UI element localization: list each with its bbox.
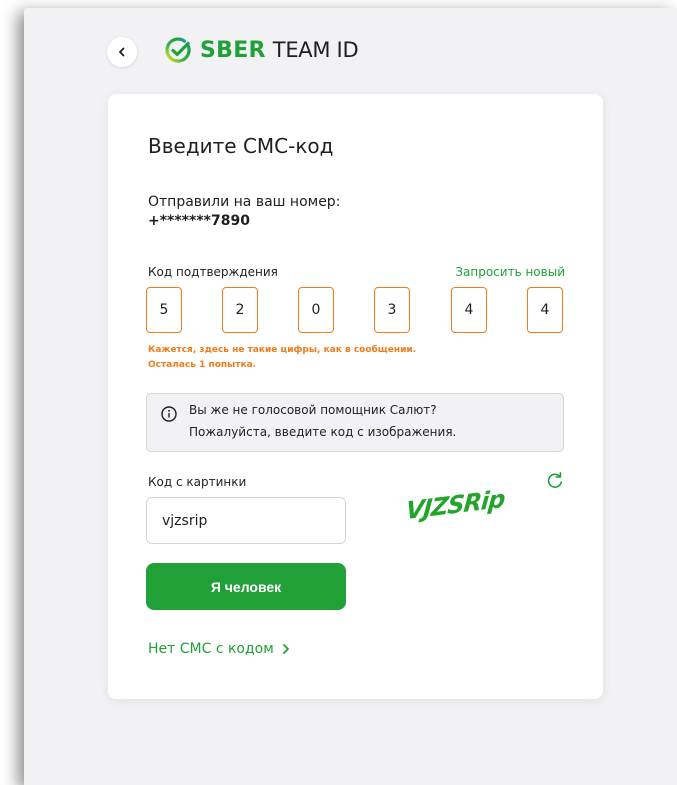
sms-code-card: Введите СМС-код Отправили на ваш номер: … bbox=[108, 94, 603, 699]
no-sms-link[interactable]: Нет СМС с кодом bbox=[148, 641, 290, 657]
sent-to-label: Отправили на ваш номер: bbox=[148, 194, 341, 210]
logo-product: TEAM ID bbox=[272, 38, 359, 62]
code-error-message: Кажется, здесь не такие цифры, как в соо… bbox=[148, 345, 417, 355]
logo-brand: SBER bbox=[200, 37, 266, 63]
chevron-right-icon bbox=[282, 643, 290, 655]
info-line-2: Пожалуйста, введите код с изображения. bbox=[189, 425, 457, 439]
info-icon bbox=[161, 406, 177, 422]
code-digit-4[interactable]: 3 bbox=[374, 287, 410, 333]
masked-phone: +*******7890 bbox=[148, 213, 250, 229]
captcha-input[interactable] bbox=[146, 497, 346, 544]
code-digit-1[interactable]: 5 bbox=[146, 287, 182, 333]
captcha-field-label: Код с картинки bbox=[148, 475, 247, 489]
sber-check-icon bbox=[165, 37, 192, 64]
info-line-1: Вы же не голосовой помощник Салют? bbox=[189, 403, 437, 417]
logo: SBER TEAM ID bbox=[165, 35, 359, 65]
page-title: Введите СМС-код bbox=[148, 134, 334, 158]
code-digit-6[interactable]: 4 bbox=[527, 287, 563, 333]
refresh-icon[interactable] bbox=[545, 471, 565, 491]
code-digit-5[interactable]: 4 bbox=[451, 287, 487, 333]
captcha-image-text: VJZSRip bbox=[404, 484, 506, 526]
attempts-left-message: Осталась 1 попытка. bbox=[148, 360, 257, 370]
request-new-code-link[interactable]: Запросить новый bbox=[455, 265, 565, 279]
no-sms-link-label: Нет СМС с кодом bbox=[148, 641, 274, 657]
code-digit-3[interactable]: 0 bbox=[298, 287, 334, 333]
code-digit-2[interactable]: 2 bbox=[222, 287, 258, 333]
captcha-info-box: Вы же не голосовой помощник Салют? Пожал… bbox=[146, 393, 564, 452]
i-am-human-button[interactable]: Я человек bbox=[146, 563, 346, 610]
captcha-image: VJZSRip bbox=[405, 485, 538, 539]
chevron-left-icon bbox=[119, 47, 125, 57]
code-field-label: Код подтверждения bbox=[148, 265, 278, 279]
back-button[interactable] bbox=[107, 37, 137, 67]
